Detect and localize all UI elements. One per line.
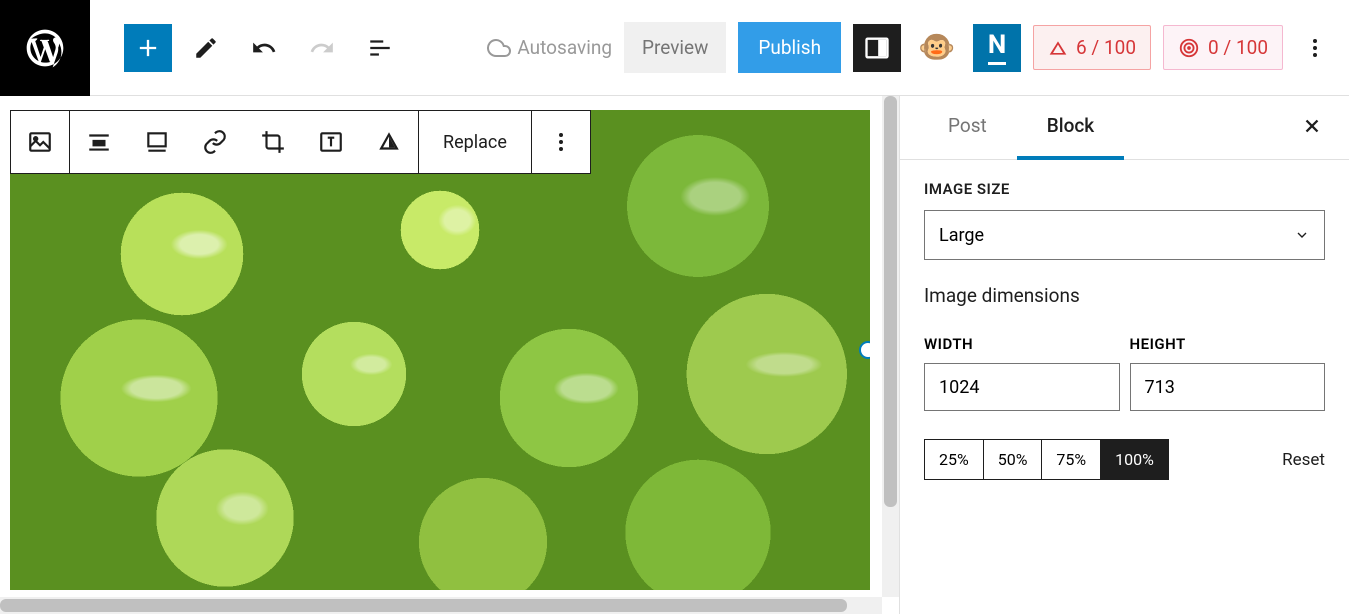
- publish-button[interactable]: Publish: [738, 22, 841, 73]
- add-block-button[interactable]: [124, 24, 172, 72]
- image-size-select[interactable]: Large: [924, 210, 1325, 260]
- block-toolbar: Replace: [10, 110, 591, 174]
- preview-button[interactable]: Preview: [624, 22, 726, 73]
- tab-block[interactable]: Block: [1017, 96, 1124, 160]
- text-overlay-button[interactable]: [302, 111, 360, 173]
- monkey-icon[interactable]: 🐵: [913, 24, 961, 72]
- width-input[interactable]: [924, 363, 1120, 411]
- align-button[interactable]: [70, 111, 128, 173]
- undo-button[interactable]: [240, 24, 288, 72]
- close-sidebar-button[interactable]: [1293, 107, 1331, 149]
- chevron-down-icon: [1294, 227, 1310, 243]
- crop-button[interactable]: [244, 111, 302, 173]
- more-options-button[interactable]: [1295, 24, 1335, 72]
- edit-icon[interactable]: [182, 24, 230, 72]
- block-type-icon[interactable]: [11, 111, 69, 173]
- redo-button: [298, 24, 346, 72]
- percent-50[interactable]: 50%: [984, 440, 1043, 479]
- tab-post[interactable]: Post: [918, 96, 1017, 160]
- caption-button[interactable]: [128, 111, 186, 173]
- link-button[interactable]: [186, 111, 244, 173]
- list-view-button[interactable]: [356, 24, 404, 72]
- vertical-scrollbar[interactable]: [882, 96, 899, 597]
- height-label: HEIGHT: [1130, 335, 1326, 353]
- resize-handle[interactable]: [859, 341, 870, 359]
- percent-button-group: 25% 50% 75% 100%: [924, 439, 1169, 480]
- width-label: WIDTH: [924, 335, 1120, 353]
- image-size-label: IMAGE SIZE: [924, 180, 1325, 198]
- dimensions-heading: Image dimensions: [924, 284, 1325, 307]
- percent-100[interactable]: 100%: [1101, 440, 1168, 479]
- readability-score-badge[interactable]: 0 / 100: [1163, 25, 1283, 70]
- autosaving-status: Autosaving: [487, 36, 612, 60]
- percent-75[interactable]: 75%: [1042, 440, 1101, 479]
- seo-score-badge[interactable]: 6 / 100: [1033, 25, 1151, 70]
- replace-button[interactable]: Replace: [419, 111, 531, 173]
- settings-sidebar-toggle[interactable]: [853, 24, 901, 72]
- percent-25[interactable]: 25%: [925, 440, 984, 479]
- image-block[interactable]: [10, 110, 870, 590]
- height-input[interactable]: [1130, 363, 1326, 411]
- wordpress-logo[interactable]: [0, 0, 90, 96]
- n-plugin-button[interactable]: N: [973, 24, 1021, 72]
- reset-button[interactable]: Reset: [1282, 450, 1325, 470]
- duotone-button[interactable]: [360, 111, 418, 173]
- horizontal-scrollbar[interactable]: [0, 597, 882, 614]
- block-more-button[interactable]: [532, 111, 590, 173]
